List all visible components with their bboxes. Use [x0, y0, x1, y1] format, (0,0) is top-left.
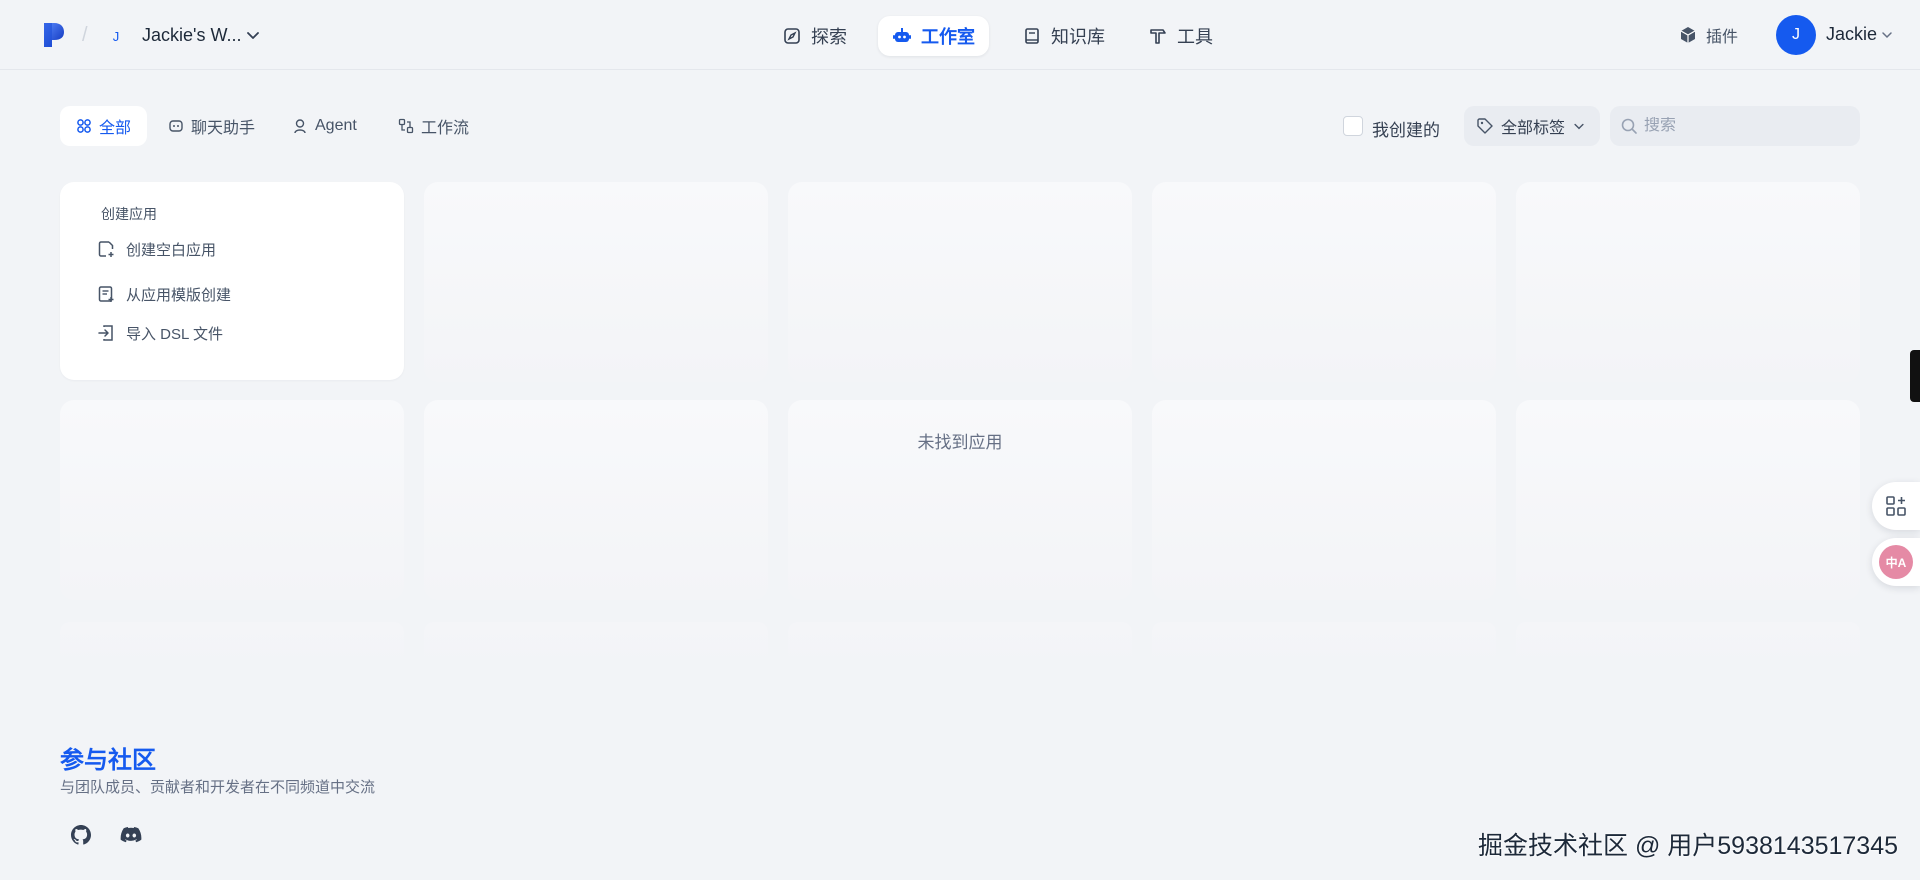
app-card-placeholder	[424, 400, 768, 600]
create-app-title: 创建应用	[101, 206, 157, 222]
grid-icon	[77, 119, 91, 133]
discord-link[interactable]	[116, 820, 146, 850]
nav-explore-label: 探索	[811, 27, 847, 47]
workflow-icon	[398, 118, 414, 134]
template-icon	[98, 286, 114, 302]
user-name[interactable]: Jackie	[1826, 24, 1877, 45]
compass-icon	[784, 28, 800, 44]
community-subtitle: 与团队成员、贡献者和开发者在不同频道中交流	[60, 779, 376, 796]
nav-knowledge[interactable]: 知识库	[1008, 16, 1119, 56]
workspace-avatar[interactable]: J	[104, 24, 128, 48]
created-by-me-checkbox[interactable]	[1343, 116, 1363, 136]
workspace-name[interactable]: Jackie's W...	[142, 25, 241, 46]
nav-tools-label: 工具	[1177, 27, 1213, 47]
app-card-placeholder	[424, 182, 768, 382]
app-card-placeholder	[1152, 622, 1496, 670]
tag-filter-dropdown[interactable]: 全部标签	[1464, 106, 1600, 146]
github-icon	[71, 825, 91, 845]
tab-chat-assistant-label: 聊天助手	[191, 120, 256, 137]
search-input[interactable]	[1644, 117, 1844, 135]
new-file-icon	[98, 241, 114, 257]
nav-studio-label: 工作室	[921, 27, 975, 47]
create-from-template-button[interactable]: 从应用模版创建	[96, 279, 231, 309]
nav-tools[interactable]: 工具	[1134, 16, 1227, 56]
app-card-placeholder	[1516, 182, 1860, 382]
empty-state-message: 未找到应用	[917, 433, 1003, 452]
nav-explore[interactable]: 探索	[768, 16, 861, 56]
breadcrumb-separator: /	[82, 24, 88, 46]
side-handle[interactable]	[1910, 350, 1920, 402]
tab-workflow-label: 工作流	[421, 120, 470, 137]
book-icon	[1025, 28, 1039, 44]
create-from-template-label: 从应用模版创建	[126, 286, 232, 304]
create-blank-app-label: 创建空白应用	[126, 241, 217, 259]
app-card-placeholder	[788, 622, 1132, 670]
app-card-placeholder	[1516, 400, 1860, 600]
chevron-down-icon[interactable]	[244, 26, 262, 44]
created-by-me-label[interactable]: 我创建的	[1372, 116, 1440, 141]
plugins-label: 插件	[1706, 29, 1739, 46]
community-title: 参与社区	[60, 747, 156, 774]
nav-knowledge-label: 知识库	[1051, 27, 1105, 47]
tab-workflow[interactable]: 工作流	[382, 106, 485, 146]
app-card-placeholder	[1516, 622, 1860, 670]
tag-icon	[1477, 118, 1493, 134]
tab-all-label: 全部	[99, 120, 132, 137]
apps-add-icon	[1886, 496, 1906, 516]
tag-filter-label: 全部标签	[1501, 120, 1566, 137]
robot-icon	[893, 28, 911, 42]
import-dsl-label: 导入 DSL 文件	[126, 325, 223, 343]
tab-all[interactable]: 全部	[60, 106, 148, 146]
hammer-icon	[1150, 29, 1166, 44]
app-card-placeholder	[60, 400, 404, 600]
app-logo-icon[interactable]	[42, 21, 66, 49]
app-card-placeholder	[1152, 182, 1496, 382]
create-app-card: 创建应用 创建空白应用 从应用模版创建 导入 DSL 文件	[60, 182, 404, 380]
github-link[interactable]	[66, 820, 96, 850]
create-blank-app-button[interactable]: 创建空白应用	[96, 234, 216, 264]
tab-chat-assistant[interactable]: 聊天助手	[152, 106, 271, 146]
user-avatar[interactable]: J	[1776, 15, 1816, 55]
chevron-down-icon[interactable]	[1880, 28, 1894, 42]
chat-bot-icon	[169, 120, 183, 132]
translate-icon: 中A	[1879, 545, 1913, 579]
agent-icon	[294, 119, 306, 134]
nav-studio[interactable]: 工作室	[878, 16, 989, 56]
tab-agent-label: Agent	[315, 117, 357, 134]
app-card-placeholder	[424, 622, 768, 670]
import-dsl-button[interactable]: 导入 DSL 文件	[96, 318, 223, 348]
search-icon	[1621, 118, 1637, 134]
watermark-text: 掘金技术社区 @ 用户5938143517345	[1478, 832, 1899, 860]
top-navigation-bar: / J Jackie's W... 探索 工作室 知识库 工具 插件 J Jac…	[0, 0, 1920, 70]
app-card-placeholder	[1152, 400, 1496, 600]
add-widget-button[interactable]	[1872, 482, 1920, 530]
search-box[interactable]	[1610, 106, 1860, 146]
cube-icon	[1680, 27, 1696, 43]
translate-button[interactable]: 中A	[1872, 538, 1920, 586]
plugins-button[interactable]: 插件	[1678, 23, 1738, 47]
discord-icon	[120, 827, 142, 843]
app-card-placeholder	[788, 182, 1132, 382]
chevron-down-icon	[1574, 123, 1584, 130]
import-icon	[98, 325, 113, 341]
app-card-placeholder	[60, 622, 404, 670]
tab-agent[interactable]: Agent	[276, 106, 373, 146]
